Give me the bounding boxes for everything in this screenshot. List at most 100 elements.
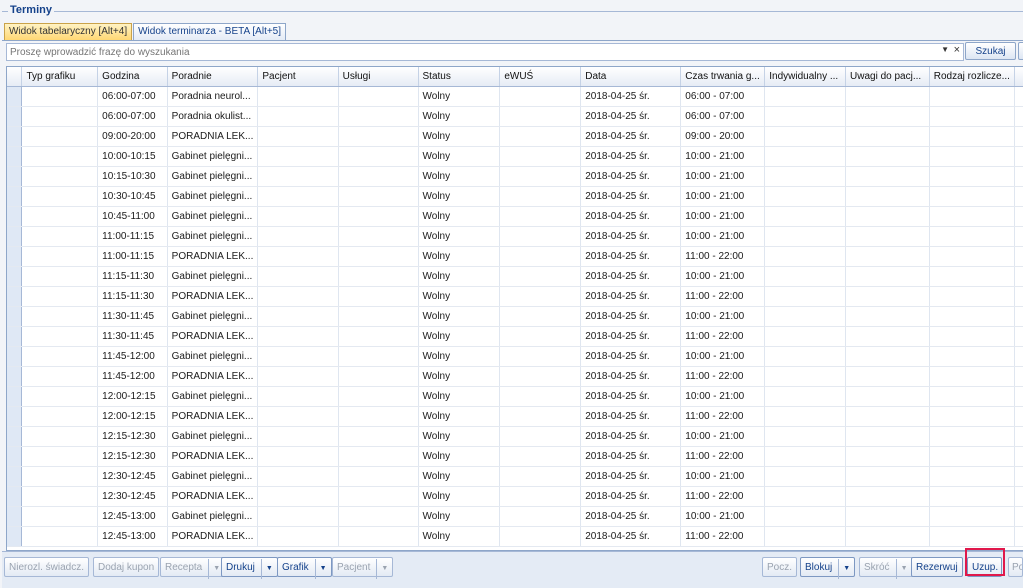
row-indicator[interactable] xyxy=(7,307,22,327)
row-indicator[interactable] xyxy=(7,147,22,167)
table-cell: 2018-04-25 śr. xyxy=(581,147,681,167)
table-row[interactable]: 12:15-12:30Gabinet pielęgni...Wolny2018-… xyxy=(7,427,1023,447)
table-row[interactable]: 11:00-11:15PORADNIA LEK...Wolny2018-04-2… xyxy=(7,247,1023,267)
chevron-down-icon[interactable]: ▼ xyxy=(208,559,220,579)
column-header[interactable]: Rodzaj rozlicze... xyxy=(929,67,1014,87)
chevron-down-icon[interactable]: ▼ xyxy=(838,559,850,579)
schedule-button[interactable]: Grafik▼ xyxy=(277,557,332,577)
table-cell xyxy=(258,307,338,327)
column-header[interactable]: Czas trwania g... xyxy=(681,67,765,87)
row-indicator[interactable] xyxy=(7,407,22,427)
row-indicator[interactable] xyxy=(7,107,22,127)
row-indicator[interactable] xyxy=(7,467,22,487)
start-button[interactable]: Pocz. xyxy=(762,557,797,577)
row-indicator[interactable] xyxy=(7,187,22,207)
table-cell xyxy=(846,127,930,147)
table-row[interactable]: 11:00-11:15Gabinet pielęgni...Wolny2018-… xyxy=(7,227,1023,247)
table-row[interactable]: 12:30-12:45PORADNIA LEK...Wolny2018-04-2… xyxy=(7,487,1023,507)
row-indicator[interactable] xyxy=(7,347,22,367)
table-row[interactable]: 11:15-11:30Gabinet pielęgni...Wolny2018-… xyxy=(7,267,1023,287)
table-row[interactable]: 10:45-11:00Gabinet pielęgni...Wolny2018-… xyxy=(7,207,1023,227)
row-indicator[interactable] xyxy=(7,267,22,287)
patient-button[interactable]: Pacjent▼ xyxy=(332,557,393,577)
reserve-button[interactable]: Rezerwuj xyxy=(911,557,963,577)
table-row[interactable]: 11:45-12:00PORADNIA LEK...Wolny2018-04-2… xyxy=(7,367,1023,387)
table-row[interactable]: 12:00-12:15Gabinet pielęgni...Wolny2018-… xyxy=(7,387,1023,407)
row-indicator[interactable] xyxy=(7,387,22,407)
table-row[interactable]: 12:45-13:00PORADNIA LEK...Wolny2018-04-2… xyxy=(7,527,1023,547)
table-row[interactable]: 12:45-13:00Gabinet pielęgni...Wolny2018-… xyxy=(7,507,1023,527)
table-cell: 10:45-11:00 xyxy=(98,207,167,227)
column-header[interactable]: Status xyxy=(418,67,500,87)
row-indicator[interactable] xyxy=(7,127,22,147)
search-button[interactable]: Szukaj xyxy=(965,42,1016,60)
row-indicator[interactable] xyxy=(7,527,22,547)
row-indicator[interactable] xyxy=(7,207,22,227)
block-button[interactable]: Blokuj▼ xyxy=(800,557,855,577)
column-header[interactable]: Poradnie xyxy=(167,67,258,87)
search-box[interactable]: ▼ × xyxy=(6,43,964,61)
row-indicator[interactable] xyxy=(7,227,22,247)
table-cell xyxy=(765,207,846,227)
table-cell xyxy=(765,107,846,127)
add-coupon-button[interactable]: Dodaj kupon xyxy=(93,557,159,577)
column-header[interactable]: eWUŚ xyxy=(500,67,581,87)
column-header[interactable]: Uwagi do pacj... xyxy=(846,67,930,87)
table-cell xyxy=(22,147,98,167)
table-cell xyxy=(500,507,581,527)
chevron-down-icon[interactable]: ▼ xyxy=(896,559,908,579)
row-indicator[interactable] xyxy=(7,287,22,307)
tab-table-view[interactable]: Widok tabelaryczny [Alt+4] xyxy=(4,23,132,40)
table-row[interactable]: 10:00-10:15Gabinet pielęgni...Wolny2018-… xyxy=(7,147,1023,167)
chevron-down-icon[interactable]: ▼ xyxy=(315,559,327,579)
table-cell-filler xyxy=(1015,147,1023,167)
column-header[interactable]: Data xyxy=(581,67,681,87)
column-header[interactable]: Indywidualny ... xyxy=(765,67,846,87)
extra-button[interactable] xyxy=(1018,42,1023,60)
row-indicator[interactable] xyxy=(7,327,22,347)
row-indicator[interactable] xyxy=(7,487,22,507)
table-row[interactable]: 09:00-20:00PORADNIA LEK...Wolny2018-04-2… xyxy=(7,127,1023,147)
row-indicator[interactable] xyxy=(7,167,22,187)
search-input[interactable] xyxy=(7,44,933,60)
column-header[interactable]: Typ grafiku xyxy=(22,67,98,87)
table-row[interactable]: 06:00-07:00Poradnia neurol...Wolny2018-0… xyxy=(7,87,1023,107)
table-row[interactable]: 12:15-12:30PORADNIA LEK...Wolny2018-04-2… xyxy=(7,447,1023,467)
shorten-button[interactable]: Skróć▼ xyxy=(859,557,913,577)
table-row[interactable]: 11:15-11:30PORADNIA LEK...Wolny2018-04-2… xyxy=(7,287,1023,307)
table-cell xyxy=(22,507,98,527)
close-icon[interactable]: × xyxy=(954,44,960,56)
table-cell: Gabinet pielęgni... xyxy=(167,187,258,207)
more-button[interactable]: Po xyxy=(1008,557,1023,577)
row-indicator[interactable] xyxy=(7,87,22,107)
tab-schedule-view[interactable]: Widok terminarza - BETA [Alt+5] xyxy=(133,23,286,40)
table-row[interactable]: 11:30-11:45Gabinet pielęgni...Wolny2018-… xyxy=(7,307,1023,327)
row-indicator[interactable] xyxy=(7,367,22,387)
print-button[interactable]: Drukuj▼ xyxy=(221,557,278,577)
nierozl-button[interactable]: Nierozl. świadcz. xyxy=(4,557,89,577)
column-header[interactable]: Pacjent xyxy=(258,67,338,87)
view-tabs: Widok tabelaryczny [Alt+4] Widok termina… xyxy=(4,23,287,41)
row-indicator[interactable] xyxy=(7,247,22,267)
row-indicator[interactable] xyxy=(7,507,22,527)
prescription-button[interactable]: Recepta▼ xyxy=(160,557,225,577)
table-cell: 12:15-12:30 xyxy=(98,447,167,467)
row-indicator[interactable] xyxy=(7,447,22,467)
column-header[interactable]: Usługi xyxy=(338,67,418,87)
table-row[interactable]: 12:00-12:15PORADNIA LEK...Wolny2018-04-2… xyxy=(7,407,1023,427)
table-cell: 2018-04-25 śr. xyxy=(581,87,681,107)
table-row[interactable]: 11:45-12:00Gabinet pielęgni...Wolny2018-… xyxy=(7,347,1023,367)
chevron-down-icon[interactable]: ▼ xyxy=(376,559,388,579)
table-row[interactable]: 10:15-10:30Gabinet pielęgni...Wolny2018-… xyxy=(7,167,1023,187)
table-cell: Wolny xyxy=(418,467,500,487)
table-cell xyxy=(765,427,846,447)
chevron-down-icon[interactable]: ▼ xyxy=(941,45,949,54)
table-row[interactable]: 12:30-12:45Gabinet pielęgni...Wolny2018-… xyxy=(7,467,1023,487)
table-row[interactable]: 06:00-07:00Poradnia okulist...Wolny2018-… xyxy=(7,107,1023,127)
chevron-down-icon[interactable]: ▼ xyxy=(261,559,273,579)
column-header[interactable]: Godzina xyxy=(98,67,167,87)
row-indicator[interactable] xyxy=(7,427,22,447)
table-cell: Wolny xyxy=(418,327,500,347)
table-row[interactable]: 11:30-11:45PORADNIA LEK...Wolny2018-04-2… xyxy=(7,327,1023,347)
table-row[interactable]: 10:30-10:45Gabinet pielęgni...Wolny2018-… xyxy=(7,187,1023,207)
